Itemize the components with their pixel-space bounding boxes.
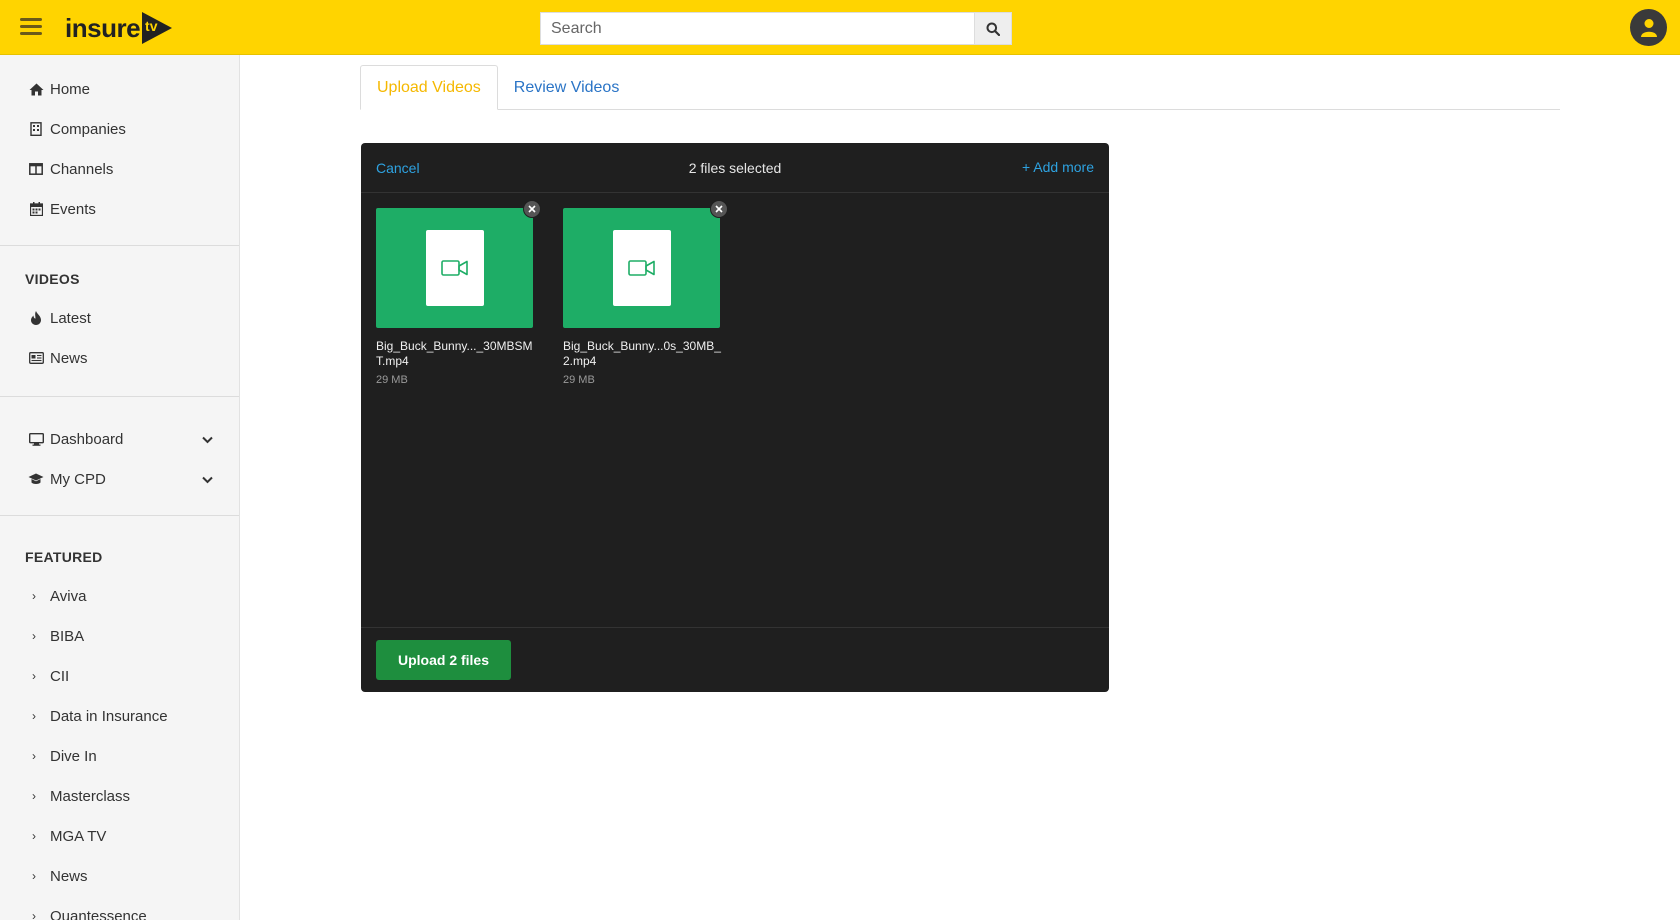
featured-item-dive-in[interactable]: › Dive In: [0, 736, 239, 776]
nav-section-dashboard: Dashboard: [0, 419, 239, 459]
upload-dashboard: Cancel 2 files selected + Add more Big_B…: [361, 143, 1109, 692]
featured-label: Masterclass: [50, 787, 131, 805]
sidebar-item-label: Events: [50, 200, 96, 218]
sidebar-item-latest[interactable]: Latest: [0, 298, 239, 338]
upload-header: Cancel 2 files selected + Add more: [361, 143, 1109, 193]
featured-label: MGA TV: [50, 827, 107, 845]
video-camera-icon: [628, 260, 655, 276]
sidebar-item-label: My CPD: [50, 470, 106, 488]
search-button[interactable]: [974, 12, 1012, 45]
featured-item-masterclass[interactable]: › Masterclass: [0, 776, 239, 816]
featured-item-aviva[interactable]: › Aviva: [0, 576, 239, 616]
chevron-right-icon: ›: [32, 909, 36, 920]
chevron-right-icon: ›: [32, 749, 36, 763]
sidebar-item-my-cpd[interactable]: My CPD: [0, 459, 239, 499]
search-input[interactable]: [540, 12, 974, 45]
featured-item-news[interactable]: › News: [0, 856, 239, 896]
video-tabs: Upload Videos Review Videos: [360, 65, 1560, 110]
upload-footer: Upload 2 files: [361, 627, 1109, 692]
file-name: Big_Buck_Bunny...0s_30MB_2.mp4: [563, 339, 721, 368]
featured-item-data-in-insurance[interactable]: › Data in Insurance: [0, 696, 239, 736]
newspaper-icon: [28, 350, 44, 366]
search-bar: [540, 12, 1012, 45]
user-icon: [1640, 18, 1657, 37]
chevron-right-icon: ›: [32, 629, 36, 643]
featured-label: Aviva: [50, 587, 87, 605]
close-icon: [715, 205, 723, 213]
remove-file-button[interactable]: [710, 200, 728, 218]
building-icon: [28, 121, 44, 137]
sidebar-item-label: News: [50, 349, 88, 367]
monitor-icon: [28, 431, 44, 447]
sidebar-item-channels[interactable]: Channels: [0, 149, 239, 189]
home-icon: [28, 81, 44, 97]
file-size: 29 MB: [563, 374, 595, 386]
remove-file-button[interactable]: [523, 200, 541, 218]
sidebar: Home Companies Channels Events VIDEOS La…: [0, 55, 240, 920]
featured-label: Dive In: [50, 747, 97, 765]
chevron-right-icon: ›: [32, 709, 36, 723]
section-title-featured: FEATURED: [25, 549, 103, 565]
featured-label: BIBA: [50, 627, 85, 645]
file-thumbnail: [563, 200, 728, 328]
section-title-videos: VIDEOS: [25, 271, 80, 287]
upload-files-button[interactable]: Upload 2 files: [376, 640, 511, 680]
featured-label: Quantessence: [50, 907, 147, 920]
search-icon: [986, 22, 1000, 36]
featured-label: CII: [50, 667, 70, 685]
logo[interactable]: insure tv: [65, 12, 173, 44]
sidebar-item-dashboard[interactable]: Dashboard: [0, 419, 239, 459]
sidebar-item-events[interactable]: Events: [0, 189, 239, 229]
featured-label: Data in Insurance: [50, 707, 168, 725]
chevron-down-icon[interactable]: [202, 471, 213, 488]
sidebar-item-companies[interactable]: Companies: [0, 109, 239, 149]
file-preview: [613, 230, 671, 306]
chevron-right-icon: ›: [32, 669, 36, 683]
calendar-icon: [28, 201, 44, 217]
logo-text: insure: [65, 12, 141, 43]
sidebar-item-news[interactable]: News: [0, 338, 239, 378]
graduation-cap-icon: [28, 471, 44, 487]
file-name: Big_Buck_Bunny..._30MBSMT.mp4: [376, 339, 533, 368]
tab-review-videos[interactable]: Review Videos: [498, 65, 636, 110]
top-bar: insure tv: [0, 0, 1680, 55]
sidebar-item-label: Latest: [50, 309, 91, 327]
divider: [0, 515, 239, 516]
columns-icon: [28, 161, 44, 177]
file-item: Big_Buck_Bunny...0s_30MB_2.mp4 29 MB: [563, 200, 728, 386]
sidebar-item-label: Dashboard: [50, 430, 124, 448]
add-more-button[interactable]: + Add more: [1022, 159, 1094, 175]
sidebar-item-label: Channels: [50, 160, 114, 178]
divider: [0, 396, 239, 397]
sidebar-item-label: Home: [50, 80, 91, 98]
sidebar-item-label: Companies: [50, 120, 126, 138]
tab-upload-videos[interactable]: Upload Videos: [360, 65, 498, 110]
video-camera-icon: [441, 260, 468, 276]
featured-item-quantessence[interactable]: › Quantessence: [0, 896, 239, 920]
close-icon: [528, 205, 536, 213]
chevron-right-icon: ›: [32, 589, 36, 603]
featured-item-biba[interactable]: › BIBA: [0, 616, 239, 656]
featured-label: News: [50, 867, 88, 885]
user-avatar[interactable]: [1630, 9, 1667, 46]
file-preview: [426, 230, 484, 306]
file-thumbnail: [376, 200, 541, 328]
files-selected-count: 2 files selected: [688, 160, 782, 176]
chevron-right-icon: ›: [32, 869, 36, 883]
divider: [0, 245, 239, 246]
logo-play-icon: tv: [142, 12, 173, 44]
sidebar-item-home[interactable]: Home: [0, 69, 239, 109]
fire-icon: [28, 310, 44, 326]
file-size: 29 MB: [376, 374, 408, 386]
featured-item-cii[interactable]: › CII: [0, 656, 239, 696]
featured-item-mga-tv[interactable]: › MGA TV: [0, 816, 239, 856]
file-item: Big_Buck_Bunny..._30MBSMT.mp4 29 MB: [376, 200, 541, 386]
chevron-down-icon[interactable]: [202, 431, 213, 448]
chevron-right-icon: ›: [32, 789, 36, 803]
menu-icon[interactable]: [20, 18, 42, 36]
logo-badge: tv: [145, 18, 158, 34]
chevron-right-icon: ›: [32, 829, 36, 843]
nav-section-cpd: My CPD: [0, 459, 239, 499]
